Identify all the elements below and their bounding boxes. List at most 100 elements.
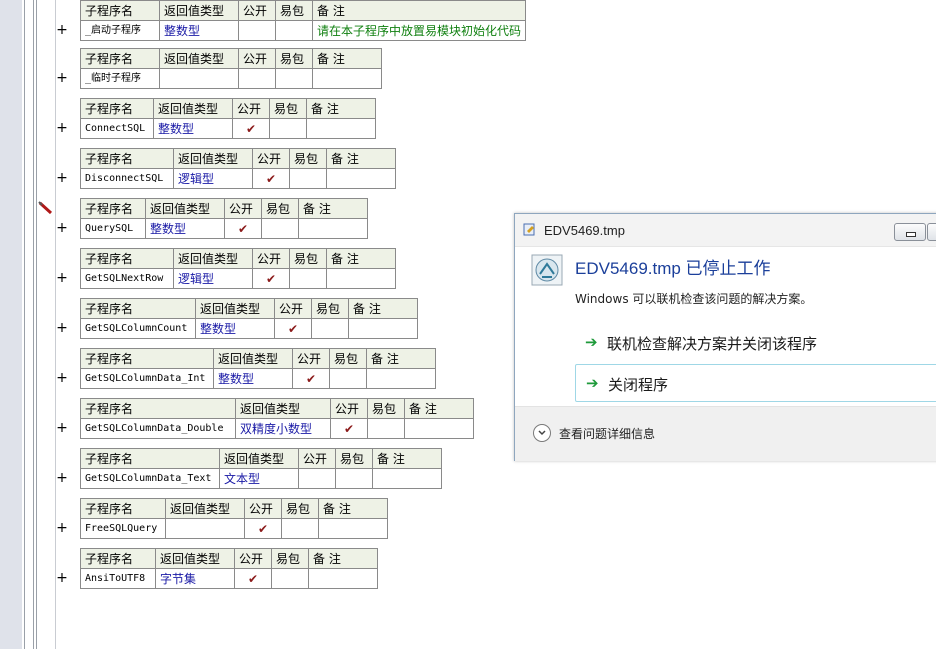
note-cell[interactable] [298,218,368,239]
easy-package-cell[interactable] [289,268,327,289]
easy-package-cell[interactable] [275,68,313,89]
note-cell[interactable] [348,318,418,339]
header-name: 子程序名 [80,248,174,269]
easy-package-cell[interactable] [311,318,349,339]
public-check[interactable] [238,20,276,41]
easy-package-cell[interactable] [335,468,373,489]
subroutine-name[interactable]: GetSQLColumnData_Int [80,368,214,389]
header-note: 备 注 [298,198,368,219]
return-type[interactable]: 逻辑型 [173,268,253,289]
expand-button[interactable]: + [56,368,68,388]
header-easy: 易包 [335,448,373,469]
expand-button[interactable]: + [56,518,68,538]
minimize-button[interactable] [894,223,926,241]
expand-button[interactable]: + [56,318,68,338]
public-check[interactable] [238,68,276,89]
expand-button[interactable]: + [56,218,68,238]
easy-package-cell[interactable] [329,368,367,389]
dialog-description: Windows 可以联机检查该问题的解决方案。 [575,292,813,306]
expand-button[interactable]: + [56,68,68,88]
expand-button[interactable]: + [56,268,68,288]
note-cell[interactable] [306,118,376,139]
expand-button[interactable]: + [56,418,68,438]
subroutine-table: 子程序名 返回值类型 公开 易包备 注 GetSQLColumnData_Int 整数型 ✔ [80,348,436,389]
subroutine-name[interactable]: _临时子程序 [80,68,160,89]
return-type[interactable]: 整数型 [159,20,239,41]
details-link[interactable]: 查看问题详细信息 [559,425,655,442]
expand-button[interactable]: + [56,168,68,188]
easy-package-cell[interactable] [261,218,299,239]
check-online-option[interactable]: ➔ 联机检查解决方案并关闭该程序 [575,324,936,360]
public-check[interactable]: ✔ [234,568,272,589]
expand-button[interactable]: + [56,468,68,488]
subroutine-name[interactable]: FreeSQLQuery [80,518,166,539]
header-type: 返回值类型 [159,0,239,21]
expand-button[interactable]: + [56,568,68,588]
note-cell[interactable] [308,568,378,589]
public-check[interactable]: ✔ [232,118,270,139]
chevron-down-icon [538,430,546,436]
note-cell[interactable] [404,418,474,439]
subroutine-name[interactable]: DisconnectSQL [80,168,174,189]
return-type[interactable]: 字节集 [155,568,235,589]
return-type[interactable]: 整数型 [213,368,293,389]
return-type[interactable]: 文本型 [219,468,299,489]
public-check[interactable]: ✔ [274,318,312,339]
subroutine-name[interactable]: GetSQLColumnData_Text [80,468,220,489]
easy-package-cell[interactable] [289,168,327,189]
header-public: 公开 [244,498,282,519]
subroutine-table: 子程序名 返回值类型 公开 易包备 注 GetSQLColumnData_Double 双… [80,398,474,439]
public-check[interactable]: ✔ [252,268,290,289]
pencil-icon [38,201,53,215]
header-public: 公开 [224,198,262,219]
return-type[interactable] [159,68,239,89]
return-type[interactable]: 整数型 [145,218,225,239]
note-cell[interactable] [326,168,396,189]
public-check[interactable]: ✔ [292,368,330,389]
note-cell[interactable]: 请在本子程序中放置易模块初始化代码 [311,20,527,41]
note-cell[interactable] [326,268,396,289]
header-name: 子程序名 [80,0,160,21]
easy-package-cell[interactable] [275,20,313,41]
header-public: 公开 [292,348,330,369]
subroutine-name[interactable]: _启动子程序 [80,20,160,41]
note-cell[interactable] [366,368,436,389]
header-easy: 易包 [269,98,307,119]
easy-package-cell[interactable] [269,118,307,139]
public-check[interactable]: ✔ [224,218,262,239]
note-cell[interactable] [318,518,388,539]
header-public: 公开 [238,48,276,69]
header-type: 返回值类型 [145,198,225,219]
expand-button[interactable]: + [56,118,68,138]
note-cell[interactable] [372,468,442,489]
easy-package-cell[interactable] [281,518,319,539]
subroutine-name[interactable]: GetSQLColumnCount [80,318,196,339]
return-type[interactable] [165,518,245,539]
editor-gutter [0,0,56,649]
subroutine-name[interactable]: GetSQLColumnData_Double [80,418,236,439]
easy-package-cell[interactable] [271,568,309,589]
expand-button[interactable]: + [56,20,68,40]
subroutine-name[interactable]: AnsiToUTF8 [80,568,156,589]
public-check[interactable]: ✔ [330,418,368,439]
expand-details-button[interactable] [533,424,551,442]
return-type[interactable]: 逻辑型 [173,168,253,189]
return-type[interactable]: 整数型 [153,118,233,139]
public-check[interactable]: ✔ [252,168,290,189]
subroutine-table: 子程序名 返回值类型 公开 易包备 注 _启动子程序 整数型 请在本子程序中放置易模块初始化… [80,0,527,41]
header-note: 备 注 [326,148,396,169]
return-type[interactable]: 双精度小数型 [235,418,331,439]
close-button[interactable] [927,223,936,241]
dialog-title: EDV5469.tmp [544,223,625,238]
easy-package-cell[interactable] [367,418,405,439]
public-check[interactable]: ✔ [244,518,282,539]
return-type[interactable]: 整数型 [195,318,275,339]
header-type: 返回值类型 [173,248,253,269]
subroutine-name[interactable]: ConnectSQL [80,118,154,139]
note-cell[interactable] [312,68,382,89]
subroutine-name[interactable]: GetSQLNextRow [80,268,174,289]
header-type: 返回值类型 [173,148,253,169]
public-check[interactable] [298,468,336,489]
subroutine-name[interactable]: QuerySQL [80,218,146,239]
close-program-option[interactable]: ➔ 关闭程序 [575,364,936,402]
